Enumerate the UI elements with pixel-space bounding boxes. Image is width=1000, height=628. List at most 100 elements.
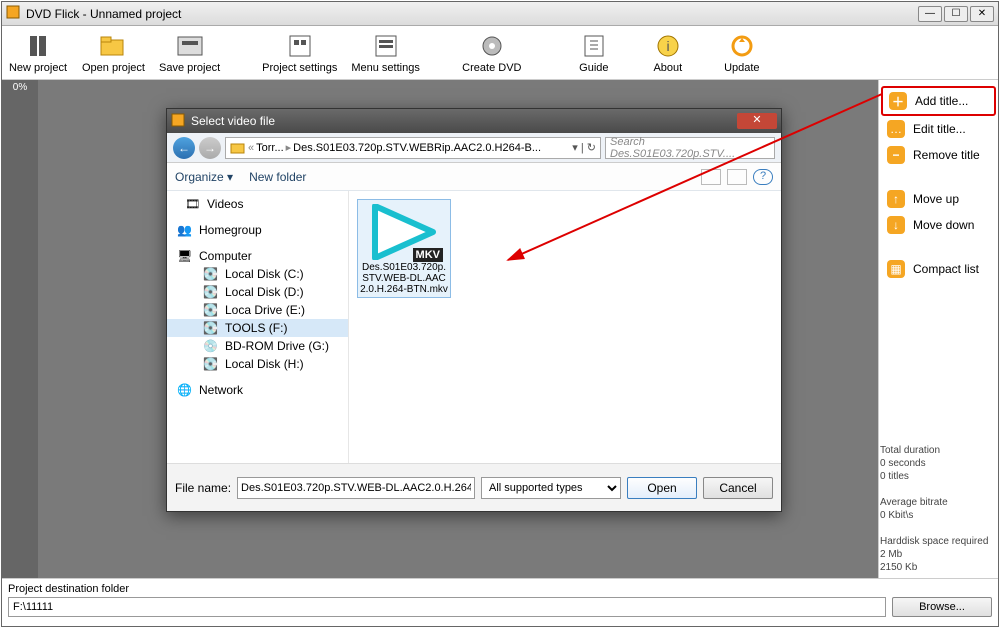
file-name: Des.S01E03.720p.STV.WEB-DL.AAC2.0.H.264-…: [360, 262, 448, 295]
search-input[interactable]: Search Des.S01E03.720p.STV....: [605, 137, 775, 159]
footer: Project destination folder Browse...: [2, 578, 998, 626]
plus-icon: ＋: [889, 92, 907, 110]
dialog-titlebar: Select video file ✕: [167, 109, 781, 133]
move-down-button[interactable]: ↓ Move down: [881, 212, 996, 238]
info-panel: Total duration 0 seconds 0 titles Averag…: [880, 444, 996, 574]
nav-forward-button[interactable]: →: [199, 137, 221, 159]
toolbar-guide[interactable]: Guide: [564, 32, 624, 74]
toolbar-label: Update: [724, 62, 759, 74]
breadcrumb[interactable]: « Torr... ▸ Des.S01E03.720p.STV.WEBRip.A…: [225, 137, 601, 159]
dialog-close-button[interactable]: ✕: [737, 113, 777, 129]
toolbar-menu-settings[interactable]: Menu settings: [351, 32, 419, 74]
toolbar-update[interactable]: Update: [712, 32, 772, 74]
toolbar-new-project[interactable]: New project: [8, 32, 68, 74]
browse-button[interactable]: Browse...: [892, 597, 992, 617]
info-disk1: 2 Mb: [880, 548, 996, 561]
toolbar-label: About: [653, 62, 682, 74]
preview-pane-button[interactable]: [727, 169, 747, 185]
titlebar: DVD Flick - Unnamed project — ☐ ✕: [2, 2, 998, 26]
side-label: Move down: [913, 218, 974, 232]
side-label: Add title...: [915, 94, 968, 108]
new-project-icon: [24, 32, 52, 60]
up-icon: ↑: [887, 190, 905, 208]
down-icon: ↓: [887, 216, 905, 234]
main-toolbar: New project Open project Save project Pr…: [2, 26, 998, 80]
minimize-button[interactable]: —: [918, 6, 942, 22]
filename-input[interactable]: [237, 477, 475, 499]
open-button[interactable]: Open: [627, 477, 697, 499]
new-folder-button[interactable]: New folder: [249, 170, 306, 184]
tree-disk-e[interactable]: 💽Loca Drive (E:): [167, 301, 348, 319]
add-title-button[interactable]: ＋ Add title...: [881, 86, 996, 116]
remove-icon: −: [887, 146, 905, 164]
nav-back-button[interactable]: ←: [173, 137, 195, 159]
cancel-button[interactable]: Cancel: [703, 477, 773, 499]
window-title: DVD Flick - Unnamed project: [26, 7, 918, 21]
dialog-title: Select video file: [191, 114, 737, 128]
side-label: Compact list: [913, 262, 979, 276]
side-label: Remove title: [913, 148, 980, 162]
tree-computer[interactable]: 🖥Computer: [167, 247, 348, 265]
side-label: Move up: [913, 192, 959, 206]
maximize-button[interactable]: ☐: [944, 6, 968, 22]
homegroup-icon: 👥: [177, 223, 193, 237]
tree-videos[interactable]: 🎞Videos: [167, 195, 348, 213]
organize-menu[interactable]: Organize ▾: [175, 170, 233, 184]
help-button[interactable]: ?: [753, 169, 773, 185]
tree-disk-d[interactable]: 💽Local Disk (D:): [167, 283, 348, 301]
folder-icon: [230, 140, 246, 156]
remove-title-button[interactable]: − Remove title: [881, 142, 996, 168]
crumb-folder[interactable]: Des.S01E03.720p.STV.WEBRip.AAC2.0.H264-B…: [293, 142, 541, 154]
toolbar-label: Menu settings: [351, 62, 419, 74]
about-icon: i: [654, 32, 682, 60]
file-item[interactable]: MKV Des.S01E03.720p.STV.WEB-DL.AAC2.0.H.…: [357, 199, 451, 298]
tree-disk-h[interactable]: 💽Local Disk (H:): [167, 355, 348, 373]
edit-icon: …: [887, 120, 905, 138]
toolbar-label: Save project: [159, 62, 220, 74]
tree-homegroup[interactable]: 👥Homegroup: [167, 221, 348, 239]
tree-bdrom-g[interactable]: 💿BD-ROM Drive (G:): [167, 337, 348, 355]
filetype-select[interactable]: All supported types: [481, 477, 621, 499]
view-mode-button[interactable]: [701, 169, 721, 185]
move-up-button[interactable]: ↑ Move up: [881, 186, 996, 212]
info-duration: 0 seconds: [880, 457, 996, 470]
toolbar-save-project[interactable]: Save project: [159, 32, 220, 74]
crumb-torr[interactable]: Torr...: [256, 142, 284, 154]
create-dvd-icon: [478, 32, 506, 60]
network-icon: 🌐: [177, 383, 193, 397]
video-thumb-icon: MKV: [369, 204, 439, 260]
close-button[interactable]: ✕: [970, 6, 994, 22]
tree-tools-f[interactable]: 💽TOOLS (F:): [167, 319, 348, 337]
dialog-toolbar: Organize ▾ New folder ?: [167, 163, 781, 191]
info-bitrate: 0 Kbit\s: [880, 509, 996, 522]
svg-text:i: i: [666, 38, 669, 54]
info-duration-label: Total duration: [880, 444, 996, 457]
toolbar-about[interactable]: i About: [638, 32, 698, 74]
save-icon: [176, 32, 204, 60]
dialog-footer: File name: All supported types Open Canc…: [167, 463, 781, 511]
info-titles: 0 titles: [880, 470, 996, 483]
edit-title-button[interactable]: … Edit title...: [881, 116, 996, 142]
dialog-nav: ← → « Torr... ▸ Des.S01E03.720p.STV.WEBR…: [167, 133, 781, 163]
tree-network[interactable]: 🌐Network: [167, 381, 348, 399]
tree-disk-c[interactable]: 💽Local Disk (C:): [167, 265, 348, 283]
file-list[interactable]: MKV Des.S01E03.720p.STV.WEB-DL.AAC2.0.H.…: [349, 191, 781, 463]
toolbar-label: New project: [9, 62, 67, 74]
guide-icon: [580, 32, 608, 60]
dest-folder-input[interactable]: [8, 597, 886, 617]
filename-label: File name:: [175, 481, 231, 495]
drive-icon: 💽: [203, 321, 219, 335]
app-icon: [6, 5, 20, 22]
toolbar-create-dvd[interactable]: Create DVD: [462, 32, 522, 74]
menu-settings-icon: [372, 32, 400, 60]
videos-icon: 🎞: [185, 197, 201, 211]
toolbar-project-settings[interactable]: Project settings: [262, 32, 337, 74]
drive-icon: 💽: [203, 357, 219, 371]
dest-folder-label: Project destination folder: [8, 583, 992, 595]
info-bitrate-label: Average bitrate: [880, 496, 996, 509]
toolbar-label: Create DVD: [462, 62, 521, 74]
optical-icon: 💿: [203, 339, 219, 353]
computer-icon: 🖥: [177, 249, 193, 263]
compact-list-button[interactable]: ▦ Compact list: [881, 256, 996, 282]
toolbar-open-project[interactable]: Open project: [82, 32, 145, 74]
